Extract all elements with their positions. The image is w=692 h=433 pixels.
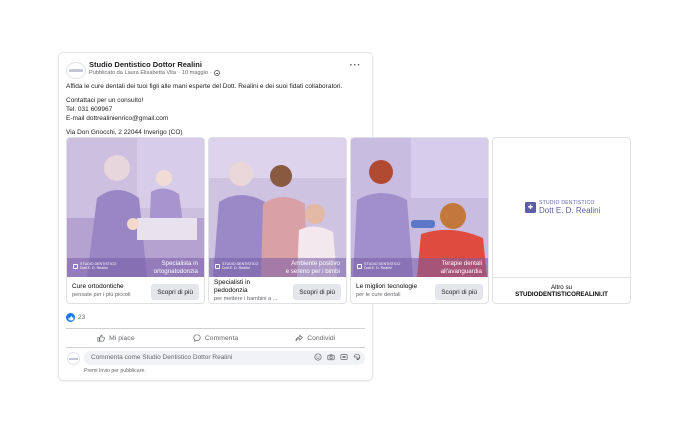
facebook-post: Studio Dentistico Dottor Realini Pubblic… bbox=[59, 53, 631, 380]
caption-line: Terapie dentali bbox=[441, 260, 482, 267]
brand-mark-glyph: ✚ bbox=[527, 204, 534, 211]
more-options-button[interactable]: ··· bbox=[350, 61, 362, 71]
dentist-photo-1 bbox=[67, 138, 204, 277]
logo-icon bbox=[357, 263, 362, 269]
gif-icon[interactable] bbox=[340, 353, 348, 361]
reaction-count[interactable]: 23 bbox=[78, 314, 85, 321]
comment-input[interactable]: Commenta come Studio Dentistico Dottor R… bbox=[84, 351, 365, 365]
post-date[interactable]: 10 maggio bbox=[182, 70, 208, 76]
dentist-photo-3 bbox=[351, 138, 488, 277]
card-title-line: pedodonzia bbox=[214, 287, 248, 294]
card-subtitle: per mettere i bambini a ... bbox=[214, 296, 278, 302]
post-text-line: E-mail dottrealinienrico@gmail.com bbox=[66, 114, 169, 122]
emoji-icon[interactable] bbox=[314, 353, 322, 361]
comment-label: Commenta bbox=[204, 334, 239, 342]
carousel-card[interactable]: STUDIO DENTISTICO Dott E. D. Realini Ter… bbox=[350, 137, 489, 304]
globe-icon bbox=[213, 70, 220, 76]
caption-line: ortognatodonzia bbox=[153, 267, 198, 275]
card-footer: Cure ortodontiche pensate per i più picc… bbox=[67, 277, 204, 303]
meta-separator: · bbox=[209, 70, 212, 76]
overlay-caption: Ambiente positivo e sereno per i bimbi bbox=[286, 260, 340, 275]
send-hint: Premi Invio per pubblicare. bbox=[84, 368, 146, 374]
dentist-photo-2 bbox=[209, 138, 346, 277]
card-title: Le migliori tecnologie bbox=[356, 283, 418, 290]
caption-line: Specialista in bbox=[161, 260, 198, 267]
page-avatar[interactable] bbox=[66, 62, 86, 79]
card-overlay: STUDIO DENTISTICO Dott E. D. Realini Amb… bbox=[209, 258, 346, 277]
commenter-avatar bbox=[67, 352, 80, 365]
card-footer: Specialisti in pedodonzia per mettere i … bbox=[209, 277, 346, 303]
like-label: Mi piace bbox=[109, 334, 135, 342]
share-button[interactable]: Condividi bbox=[265, 329, 365, 347]
page-name[interactable]: Studio Dentistico Dottor Realini bbox=[89, 60, 202, 69]
overlay-logo-bottom: Dott E. D. Realini bbox=[222, 266, 250, 270]
card-subtitle: per le cure dentali bbox=[356, 292, 401, 298]
brand-logo-bottom: Dott E. D. Realini bbox=[539, 206, 601, 215]
website-link[interactable]: STUDIODENTISTICOREALINI.IT bbox=[493, 291, 630, 298]
reactions-summary[interactable]: 23 bbox=[66, 313, 85, 322]
share-label: Condividi bbox=[307, 334, 336, 342]
card-overlay: STUDIO DENTISTICO Dott E. D. Realini Ter… bbox=[351, 258, 488, 277]
post-text-line: Affida le cure dentali dei tuoi figli al… bbox=[66, 83, 343, 90]
overlay-logo: STUDIO DENTISTICO Dott E. D. Realini bbox=[357, 262, 400, 270]
card-subtitle: pensate per i più piccoli bbox=[72, 292, 131, 298]
comment-button[interactable]: Commenta bbox=[166, 329, 266, 347]
post-header: Studio Dentistico Dottor Realini Pubblic… bbox=[59, 53, 372, 81]
post-author[interactable]: Pubblicato da Laura Elisabetta Vita bbox=[89, 70, 176, 76]
overlay-logo-bottom: Dott E. D. Realini bbox=[364, 266, 392, 270]
carousel-card[interactable]: STUDIO DENTISTICO Dott E. D. Realini Amb… bbox=[208, 137, 347, 304]
learn-more-button[interactable]: Scopri di più bbox=[435, 284, 483, 300]
comment-icon bbox=[193, 334, 201, 342]
card-title: Cure ortodontiche bbox=[72, 283, 124, 290]
overlay-logo: STUDIO DENTISTICO Dott E. D. Realini bbox=[215, 262, 258, 270]
logo-icon bbox=[215, 263, 220, 269]
carousel-card-website[interactable]: ✚ STUDIO DENTISTICO Dott E. D. Realini A… bbox=[492, 137, 631, 304]
brand-card-footer[interactable]: Altro su STUDIODENTISTICOREALINI.IT bbox=[493, 277, 630, 303]
brand-logo: ✚ STUDIO DENTISTICO Dott E. D. Realini bbox=[525, 200, 600, 215]
comment-composer: Commenta come Studio Dentistico Dottor R… bbox=[66, 350, 365, 366]
thumbs-up-icon bbox=[97, 334, 106, 342]
overlay-caption: Specialista in ortognatodonzia bbox=[154, 260, 198, 275]
card-overlay: STUDIO DENTISTICO Dott E. D. Realini Spe… bbox=[67, 258, 204, 277]
card-image[interactable]: STUDIO DENTISTICO Dott E. D. Realini Spe… bbox=[67, 138, 204, 277]
action-bar: Mi piace Commenta Condividi bbox=[66, 328, 365, 348]
post-body: Affida le cure dentali dei tuoi figli al… bbox=[66, 82, 366, 138]
comment-placeholder: Commenta come Studio Dentistico Dottor R… bbox=[91, 354, 233, 361]
card-footer: Le migliori tecnologie per le cure denta… bbox=[351, 277, 488, 303]
card-image[interactable]: STUDIO DENTISTICO Dott E. D. Realini Amb… bbox=[209, 138, 346, 277]
caption-line: Ambiente positivo bbox=[291, 260, 340, 267]
overlay-logo: STUDIO DENTISTICO Dott E. D. Realini bbox=[73, 262, 116, 270]
card-title-line: Specialisti in bbox=[214, 279, 251, 286]
learn-more-button[interactable]: Scopri di più bbox=[293, 284, 341, 300]
post-meta: Pubblicato da Laura Elisabetta Vita · 10… bbox=[89, 70, 220, 76]
meta-separator: · bbox=[177, 70, 180, 76]
card-title: Specialisti in pedodonzia bbox=[214, 279, 250, 295]
share-icon bbox=[295, 334, 304, 342]
camera-icon[interactable] bbox=[327, 353, 335, 361]
brand-footer-label: Altro su bbox=[551, 284, 572, 291]
like-button[interactable]: Mi piace bbox=[66, 329, 166, 347]
like-badge-icon bbox=[66, 313, 75, 322]
logo-icon bbox=[73, 263, 78, 269]
carousel-card[interactable]: STUDIO DENTISTICO Dott E. D. Realini Spe… bbox=[66, 137, 205, 304]
caption-line: all'avanguardia bbox=[440, 267, 482, 275]
caption-line: e sereno per i bimbi bbox=[285, 267, 340, 275]
learn-more-button[interactable]: Scopri di più bbox=[151, 284, 199, 300]
comment-tools bbox=[314, 353, 361, 361]
sticker-icon[interactable] bbox=[353, 353, 361, 361]
card-image[interactable]: STUDIO DENTISTICO Dott E. D. Realini Ter… bbox=[351, 138, 488, 277]
tooth-logo-icon: ✚ bbox=[525, 202, 536, 213]
overlay-logo-bottom: Dott E. D. Realini bbox=[80, 266, 108, 270]
overlay-caption: Terapie dentali all'avanguardia bbox=[441, 260, 482, 275]
